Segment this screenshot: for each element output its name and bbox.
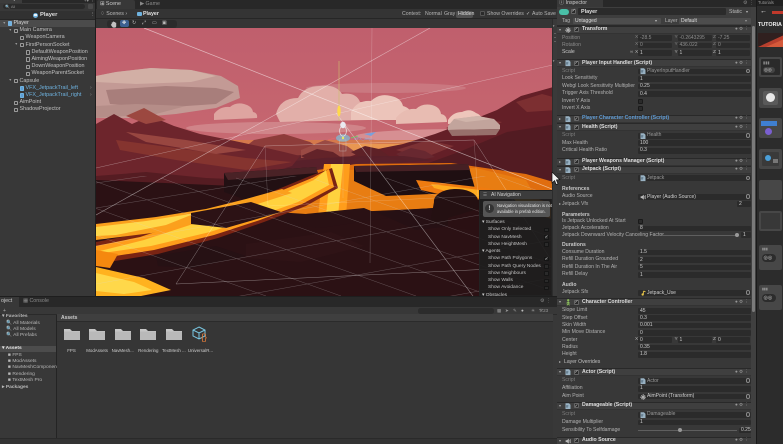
svg-text:{}: {} — [201, 332, 207, 342]
svg-text:VFX_Jetp: VFX_Jetp — [354, 136, 372, 141]
